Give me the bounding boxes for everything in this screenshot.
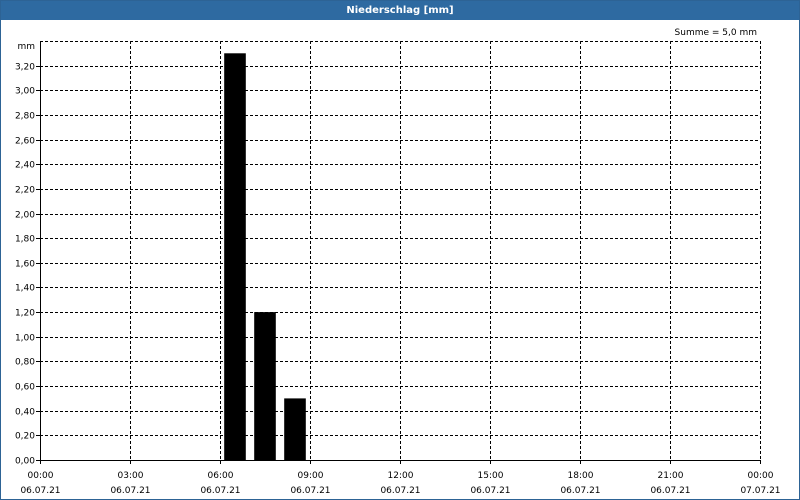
- x-tick-date-label: 06.07.21: [650, 486, 690, 496]
- x-tick-time-label: 00:00: [748, 471, 774, 481]
- x-tick-time-label: 21:00: [658, 471, 684, 481]
- x-tick-time-label: 03:00: [118, 471, 144, 481]
- labels-layer: 0,00 0,20 0,40 0,60 0,80 1,00 1,20 1,40 1,60 1,80…: [15, 28, 781, 496]
- y-tick-label: 0,40: [15, 408, 35, 418]
- bars-layer: [224, 53, 306, 461]
- x-tick-date-label: 06.07.21: [200, 486, 240, 496]
- y-tick-label: 0,20: [15, 432, 35, 442]
- y-tick-label: 2,00: [15, 211, 35, 221]
- y-tick-label: 0,00: [15, 457, 35, 467]
- y-axis-unit: mm: [17, 42, 35, 52]
- y-tick-label: 3,00: [15, 87, 35, 97]
- y-tick-label: 1,80: [15, 235, 35, 245]
- x-tick-date-label: 06.07.21: [20, 486, 60, 496]
- sum-annotation: Summe = 5,0 mm: [675, 28, 757, 38]
- y-tick-label: 1,40: [15, 284, 35, 294]
- x-tick-time-label: 09:00: [298, 471, 324, 481]
- precipitation-chart: 0,00 0,20 0,40 0,60 0,80 1,00 1,20 1,40 1,60 1,80…: [15, 28, 781, 496]
- x-tick-time-label: 06:00: [208, 471, 234, 481]
- precipitation-bar: [224, 53, 246, 461]
- x-tick-date-label: 06.07.21: [470, 486, 510, 496]
- x-tick-time-label: 12:00: [388, 471, 414, 481]
- x-tick-time-label: 18:00: [568, 471, 594, 481]
- x-tick-date-label: 06.07.21: [380, 486, 420, 496]
- y-tick-label: 1,60: [15, 260, 35, 270]
- y-tick-label: 2,20: [15, 186, 35, 196]
- y-tick-label: 2,60: [15, 137, 35, 147]
- y-tick-label: 1,20: [15, 309, 35, 319]
- x-tick-time-label: 15:00: [478, 471, 504, 481]
- y-tick-label: 2,40: [15, 161, 35, 171]
- x-tick-time-label: 00:00: [28, 471, 54, 481]
- grid-layer: [40, 41, 761, 460]
- x-tick-date-label: 06.07.21: [560, 486, 600, 496]
- axes-layer: [36, 41, 761, 464]
- precipitation-bar: [284, 398, 306, 460]
- y-tick-label: 0,80: [15, 358, 35, 368]
- y-tick-label: 2,80: [15, 112, 35, 122]
- x-tick-date-label: 06.07.21: [110, 486, 150, 496]
- y-tick-label: 0,60: [15, 383, 35, 393]
- y-tick-label: 3,20: [15, 63, 35, 73]
- x-tick-date-label: 07.07.21: [740, 486, 780, 496]
- y-tick-label: 1,00: [15, 334, 35, 344]
- x-tick-date-label: 06.07.21: [290, 486, 330, 496]
- precipitation-bar: [254, 312, 276, 460]
- chart-window: Niederschlag [mm] 0,00 0,20 0,40 0,60 0,80 1,…: [0, 0, 800, 500]
